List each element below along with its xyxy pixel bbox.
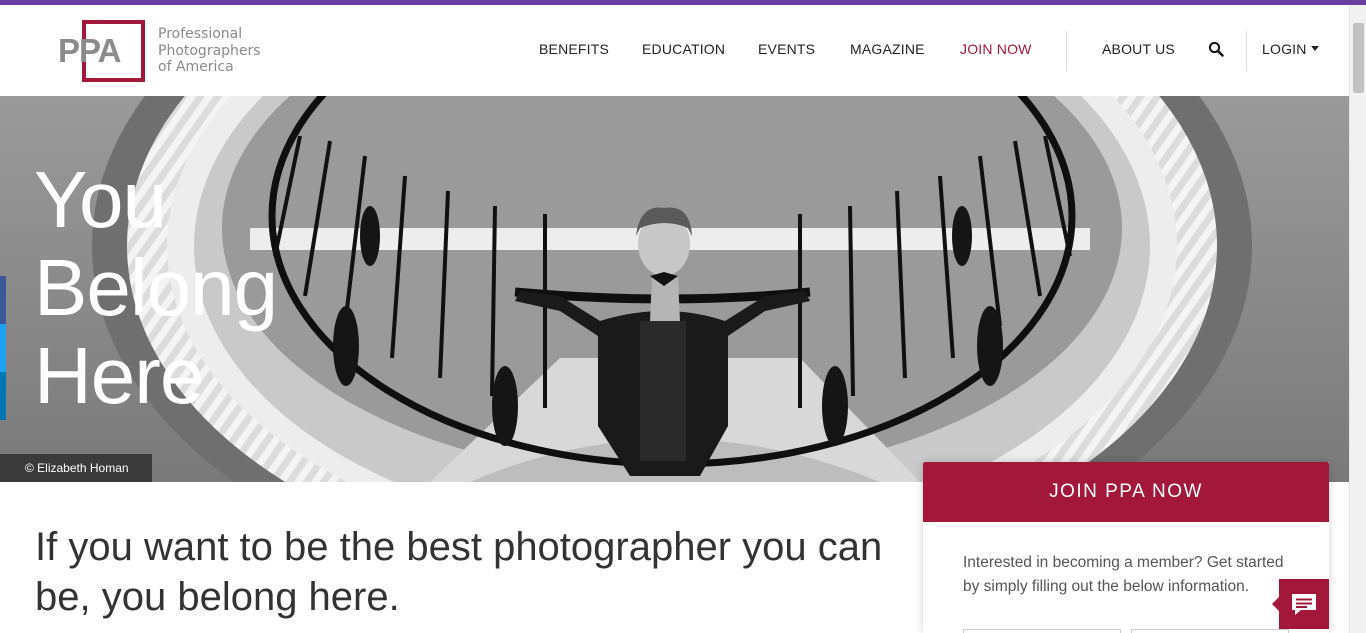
hero-title-line: You xyxy=(34,155,167,244)
nav-join-now[interactable]: JOIN NOW xyxy=(960,41,1032,57)
chat-button[interactable] xyxy=(1272,579,1329,629)
hero-banner: You Belong Here © Elizabeth Homan xyxy=(0,96,1349,482)
page-scrollbar[interactable] xyxy=(1349,5,1366,633)
join-card-intro: Interested in becoming a member? Get sta… xyxy=(963,554,1284,595)
photo-credit: © Elizabeth Homan xyxy=(0,454,152,482)
nav-education[interactable]: EDUCATION xyxy=(642,41,725,57)
facebook-share-icon[interactable] xyxy=(0,276,6,324)
linkedin-share-icon[interactable] xyxy=(0,372,6,420)
first-name-field[interactable] xyxy=(963,629,1121,633)
logo-text-line: Photographers xyxy=(158,42,261,59)
nav-magazine[interactable]: MAGAZINE xyxy=(850,41,925,57)
logo-text: Professional Photographers of America xyxy=(158,26,261,76)
caret-down-icon xyxy=(1310,46,1319,52)
twitter-share-icon[interactable] xyxy=(0,324,6,372)
hero-title-line: Belong xyxy=(34,243,278,332)
logo-letters: PPA xyxy=(58,32,121,69)
main-tagline: If you want to be the best photographer … xyxy=(35,525,883,619)
join-ppa-card: JOIN PPA NOW Interested in becoming a me… xyxy=(923,462,1329,633)
last-name-field[interactable] xyxy=(1131,629,1289,633)
nav-divider xyxy=(1066,31,1067,71)
scrollbar-thumb[interactable] xyxy=(1353,23,1364,93)
site-header: PPA Professional Photographers of Americ… xyxy=(0,5,1349,96)
nav-benefits[interactable]: BENEFITS xyxy=(539,41,609,57)
logo-text-line: Professional xyxy=(158,26,243,43)
logo-text-line: of America xyxy=(158,59,234,76)
ppa-logo[interactable]: PPA Professional Photographers of Americ… xyxy=(58,19,261,83)
login-dropdown[interactable]: LOGIN xyxy=(1262,41,1319,57)
join-card-heading: JOIN PPA NOW xyxy=(923,462,1329,522)
search-icon[interactable] xyxy=(1208,41,1224,57)
ppa-logo-mark: PPA xyxy=(58,20,148,82)
nav-about-us[interactable]: ABOUT US xyxy=(1102,41,1175,57)
hero-title-line: Here xyxy=(34,331,204,420)
nav-divider xyxy=(1246,31,1247,71)
hero-title: You Belong Here xyxy=(34,155,278,420)
main-nav: BENEFITS EDUCATION EVENTS MAGAZINE JOIN … xyxy=(520,5,1349,96)
login-label: LOGIN xyxy=(1262,41,1307,57)
nav-events[interactable]: EVENTS xyxy=(758,41,815,57)
chat-icon xyxy=(1292,594,1316,615)
